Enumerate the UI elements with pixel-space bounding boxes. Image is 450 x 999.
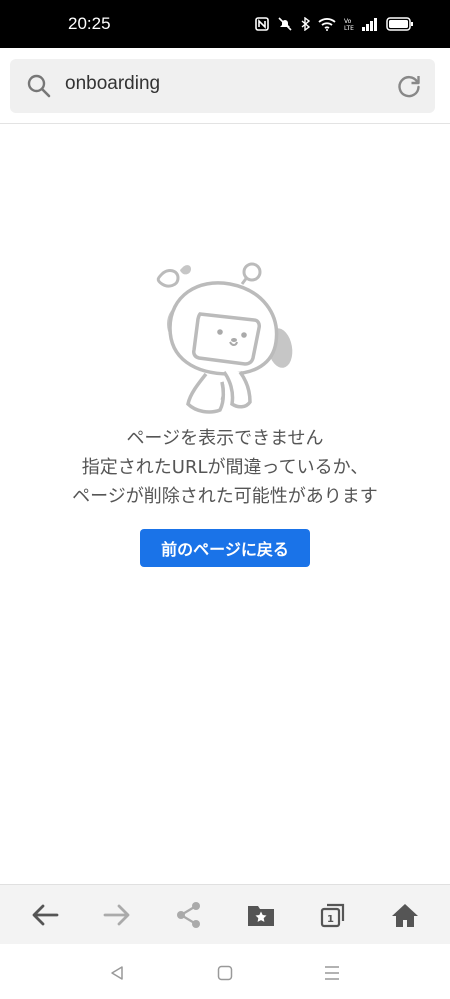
status-bar: 20:25 Vo LTE xyxy=(0,0,450,48)
tabs-icon[interactable]: 1 xyxy=(316,898,350,932)
system-nav-bar xyxy=(0,944,450,999)
volte-icon: Vo LTE xyxy=(344,17,354,31)
svg-text:LTE: LTE xyxy=(344,25,354,31)
address-bar-area: onboarding xyxy=(0,48,450,124)
share-icon[interactable] xyxy=(172,898,206,932)
nfc-icon xyxy=(255,17,269,31)
error-title: ページを表示できません xyxy=(126,428,324,449)
battery-icon xyxy=(386,17,414,31)
status-icons: Vo LTE xyxy=(255,17,414,31)
svg-text:1: 1 xyxy=(327,914,334,925)
status-time: 20:25 xyxy=(68,14,111,33)
svg-text:Vo: Vo xyxy=(344,18,352,25)
nav-back-icon[interactable] xyxy=(106,962,128,984)
error-message: ページを表示できません 指定されたURLが間違っているか、 ページが削除された可… xyxy=(0,424,450,511)
reload-icon[interactable] xyxy=(395,72,423,104)
bluetooth-icon xyxy=(301,17,310,31)
wifi-icon xyxy=(318,17,336,31)
search-query: onboarding xyxy=(65,73,161,94)
search-icon xyxy=(26,73,52,103)
mute-icon xyxy=(277,17,293,31)
back-icon[interactable] xyxy=(28,898,62,932)
bottom-toolbar: 1 xyxy=(0,884,450,944)
error-detail-line-1: 指定されたURLが間違っているか、 xyxy=(81,457,369,478)
nav-home-icon[interactable] xyxy=(214,962,236,984)
nav-recents-icon[interactable] xyxy=(321,962,343,984)
search-input[interactable]: onboarding xyxy=(10,59,435,113)
error-detail-line-2: ページが削除された可能性があります xyxy=(72,486,378,507)
go-back-button[interactable]: 前のページに戻る xyxy=(140,529,310,567)
home-icon[interactable] xyxy=(388,898,422,932)
signal-icon xyxy=(362,17,378,31)
bookmarks-icon[interactable] xyxy=(244,898,278,932)
forward-icon[interactable] xyxy=(100,898,134,932)
robot-mascot-icon xyxy=(150,262,300,418)
